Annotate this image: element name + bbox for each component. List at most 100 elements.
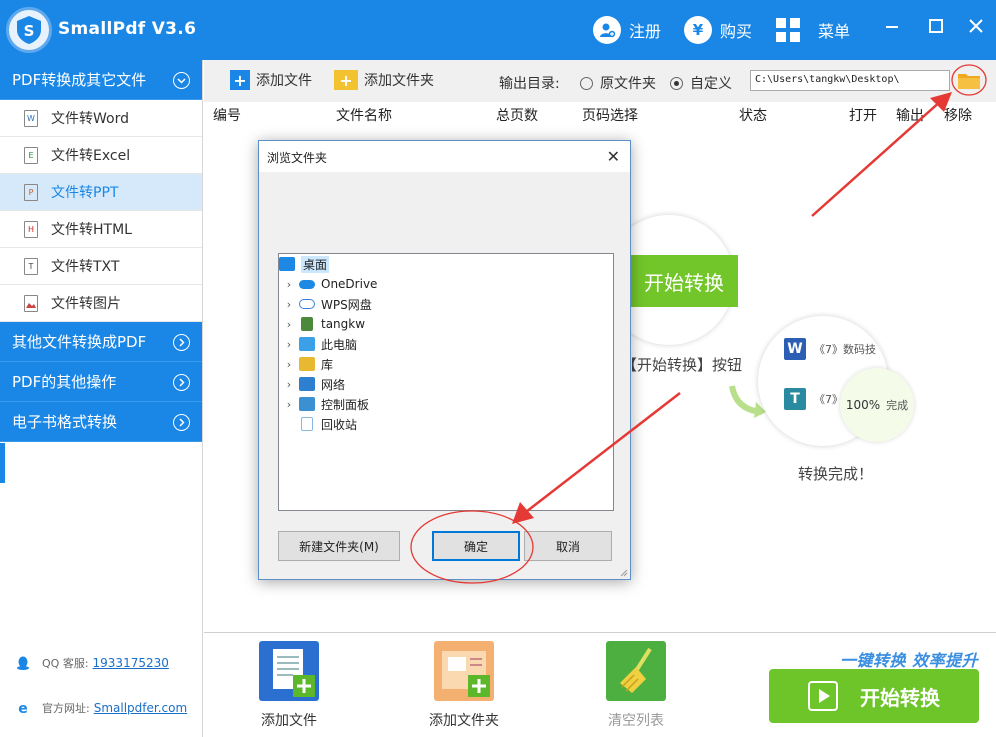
column-header: 总页数 [496, 108, 538, 124]
sidebar-item-excel[interactable]: E 文件转Excel [0, 137, 202, 174]
minimize-button[interactable] [880, 14, 904, 38]
add-file-big-label: 添加文件 [261, 713, 317, 729]
ie-browser-icon: e [18, 701, 28, 715]
start-convert-button[interactable]: 开始转换 [769, 669, 979, 723]
play-icon [808, 681, 838, 711]
chevron-right-icon[interactable]: › [279, 278, 299, 291]
minimize-icon [886, 26, 898, 28]
clear-list-button[interactable]: 清空列表 [586, 641, 686, 730]
cancel-button[interactable]: 取消 [524, 531, 612, 561]
sidebar-item-label: 文件转TXT [51, 259, 120, 275]
tree-item-user[interactable]: › tangkw [279, 314, 365, 334]
desktop-icon [279, 257, 295, 271]
tree-item-recycle-bin[interactable]: 回收站 [279, 414, 357, 434]
network-icon [299, 377, 315, 391]
sidebar-item-word[interactable]: W 文件转Word [0, 100, 202, 137]
sidebar-item-label: 文件转图片 [51, 296, 121, 312]
chevron-right-icon [173, 374, 190, 391]
recycle-bin-icon [301, 417, 313, 431]
add-file-icon: + [230, 70, 250, 90]
qq-contact: QQ 客服: 1933175230 [16, 655, 169, 671]
sidebar-item-html[interactable]: H 文件转HTML [0, 211, 202, 248]
add-folder-tool-button[interactable]: + 添加文件夹 [334, 70, 434, 90]
category-pdf-other-ops[interactable]: PDF的其他操作 [0, 362, 202, 402]
output-dir-label: 输出目录: [499, 76, 560, 92]
website-link[interactable]: Smallpdfer.com [94, 701, 187, 715]
tree-item-control-panel[interactable]: › 控制面板 [279, 394, 369, 414]
excel-doc-icon: E [24, 146, 38, 164]
sidebar-item-ppt[interactable]: P 文件转PPT [0, 174, 202, 211]
category-label: PDF的其他操作 [12, 373, 117, 391]
user-add-icon [593, 16, 621, 44]
yen-icon: ¥ [684, 16, 712, 44]
radio-selected-icon [670, 76, 683, 90]
txt-doc-icon: T [24, 257, 38, 275]
tree-item-network[interactable]: › 网络 [279, 374, 345, 394]
category-other-to-pdf[interactable]: 其他文件转换成PDF [0, 322, 202, 362]
sidebar-item-label: 文件转Excel [51, 148, 131, 164]
image-doc-icon [24, 294, 38, 312]
maximize-button[interactable] [924, 14, 948, 38]
tree-item-label: 回收站 [321, 417, 358, 432]
bottom-bar: 添加文件 添加文件夹 清空列表 一键转换 效率提升 开始转换 [204, 632, 996, 737]
sidebar-item-label: 文件转Word [51, 111, 129, 127]
word-doc-icon: W [24, 109, 38, 127]
register-button[interactable]: 注册 [593, 14, 661, 46]
user-icon [301, 317, 313, 331]
title-bar: S SmallPdf V3.6 注册 ¥ 购买 菜单 [0, 0, 996, 60]
sidebar-item-image[interactable]: 文件转图片 [0, 285, 202, 322]
chevron-right-icon[interactable]: › [279, 378, 299, 391]
radio-original-folder[interactable]: 原文件夹 [580, 73, 656, 93]
sidebar-item-txt[interactable]: T 文件转TXT [0, 248, 202, 285]
html-doc-icon: H [24, 220, 38, 238]
new-folder-button[interactable]: 新建文件夹(M) [278, 531, 400, 561]
column-header: 编号 [213, 108, 241, 124]
txt-icon: T [784, 388, 806, 410]
chevron-right-icon[interactable]: › [279, 398, 299, 411]
chevron-right-icon[interactable]: › [279, 298, 299, 311]
tree-item-onedrive[interactable]: › OneDrive [279, 274, 378, 294]
qq-number-link[interactable]: 1933175230 [93, 656, 169, 670]
radio-original-label: 原文件夹 [600, 76, 656, 92]
dialog-close-icon[interactable]: ✕ [607, 147, 620, 166]
add-file-tool-button[interactable]: + 添加文件 [230, 70, 312, 90]
tree-item-this-pc[interactable]: › 此电脑 [279, 334, 357, 354]
browse-folder-button[interactable] [956, 68, 982, 92]
chevron-right-icon[interactable]: › [279, 338, 299, 351]
chevron-right-icon[interactable]: › [279, 358, 299, 371]
computer-icon [299, 337, 315, 351]
add-file-label: 添加文件 [256, 73, 312, 89]
add-folder-big-button[interactable]: 添加文件夹 [414, 641, 514, 730]
chevron-right-icon[interactable]: › [279, 318, 299, 331]
add-folder-label: 添加文件夹 [364, 73, 434, 89]
chevron-down-icon [173, 72, 190, 89]
progress-value: 100% [845, 398, 881, 412]
tree-item-label: 桌面 [301, 255, 330, 273]
toolbar: + 添加文件 + 添加文件夹 输出目录: 原文件夹 自定义 C:\Users\t… [204, 60, 996, 102]
tree-item-desktop[interactable]: 桌面 [279, 254, 330, 274]
ppt-doc-icon: P [24, 183, 38, 201]
qq-label: QQ 客服: [42, 657, 89, 670]
radio-custom-folder[interactable]: 自定义 [670, 73, 732, 93]
tree-item-label: OneDrive [321, 277, 378, 291]
grid-menu-icon [776, 18, 800, 42]
menu-button[interactable]: 菜单 [776, 14, 850, 46]
word-icon: W [784, 338, 806, 360]
column-header: 打开 [849, 108, 877, 124]
column-header: 输出 [896, 108, 924, 124]
resize-grip-icon[interactable] [618, 567, 628, 577]
category-label: 电子书格式转换 [12, 413, 118, 431]
buy-button[interactable]: ¥ 购买 [684, 14, 752, 46]
ok-button[interactable]: 确定 [432, 531, 520, 561]
tree-item-library[interactable]: › 库 [279, 354, 333, 374]
add-file-big-button[interactable]: 添加文件 [239, 641, 339, 730]
folder-tree[interactable]: 桌面 › OneDrive › WPS网盘 › tangkw › 此电脑 › 库 [278, 253, 614, 511]
column-header: 移除 [944, 108, 972, 124]
category-pdf-to-other[interactable]: PDF转换成其它文件 [0, 60, 202, 100]
file-table-header: 编号 文件名称 总页数 页码选择 状态 打开 输出 移除 [204, 102, 996, 126]
tree-item-wps-cloud[interactable]: › WPS网盘 [279, 294, 372, 314]
category-ebook[interactable]: 电子书格式转换 [0, 402, 202, 442]
library-icon [299, 357, 315, 371]
output-path-field[interactable]: C:\Users\tangkw\Desktop\ [750, 70, 950, 91]
close-button[interactable] [964, 14, 988, 38]
